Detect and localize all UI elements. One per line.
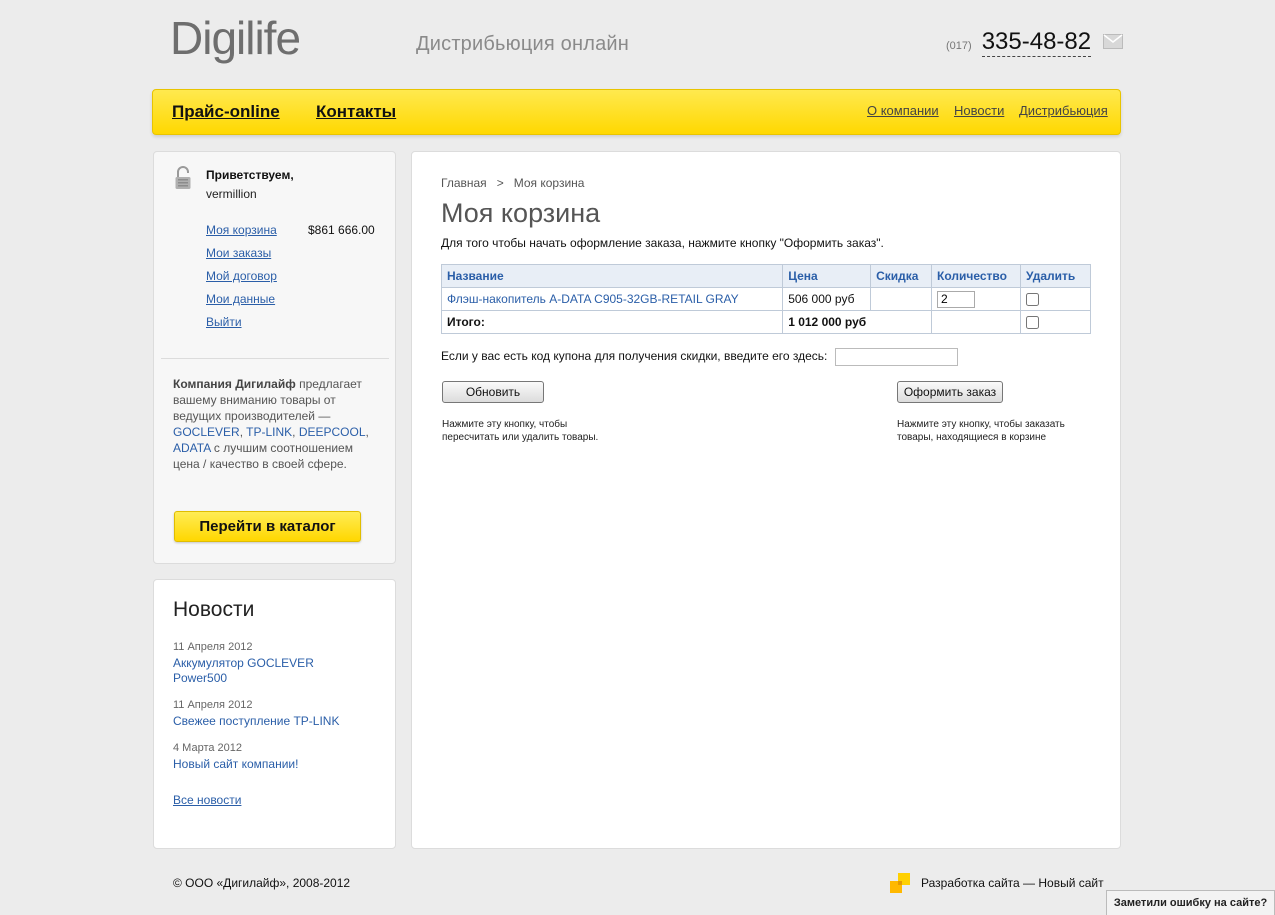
breadcrumb-separator: > [496, 176, 504, 190]
news-date: 4 Марта 2012 [173, 742, 243, 754]
phone-block: (017) 335-48-82 [946, 28, 1092, 57]
nav-about-company[interactable]: О компании [867, 103, 939, 118]
brand-deepcool-link[interactable]: DEEPCOOL [299, 425, 366, 439]
developer-credit[interactable]: Разработка сайта — Новый сайт [921, 876, 1104, 890]
update-hint-line: Нажмите эту кнопку, чтобы [442, 419, 568, 430]
table-total-row: Итого: 1 012 000 руб [440, 310, 1091, 334]
cart-total-amount: $861 666.00 [308, 223, 375, 237]
breadcrumb-current: Моя корзина [513, 176, 585, 190]
place-order-button[interactable]: Оформить заказ [897, 381, 1003, 403]
column-header-name: Название [440, 264, 784, 288]
quantity-input[interactable] [937, 290, 976, 308]
news-item-link[interactable]: Новый сайт компании! [173, 757, 343, 772]
news-date: 11 Апреля 2012 [173, 641, 253, 653]
order-hint-line: товары, находящиеся в корзине [897, 432, 1047, 443]
order-hint-line: Нажмите эту кнопку, чтобы заказать [897, 419, 1065, 430]
phone-code: (017) [946, 40, 972, 52]
news-item-link[interactable]: Аккумулятор GOCLEVER Power500 [173, 656, 343, 686]
greeting-text: Приветствуем, [206, 168, 294, 182]
breadcrumb: Главная > Моя корзина [441, 176, 584, 190]
nav-price-online[interactable]: Прайс-online [172, 102, 280, 122]
main-navigation: Прайс-online Контакты О компании Новости… [152, 89, 1121, 135]
breadcrumb-home[interactable]: Главная [441, 176, 487, 190]
unlocked-lock-icon [175, 166, 191, 189]
link-my-contract[interactable]: Мой договор [206, 269, 277, 283]
brand-goclever-link[interactable]: GOCLEVER [173, 425, 240, 439]
promo-text: Компания Дигилайф предлагает вашему вним… [173, 377, 369, 471]
go-to-catalog-button[interactable]: Перейти в каталог [174, 511, 361, 542]
user-panel: Приветствуем, vermillion Моя корзина $86… [153, 151, 396, 564]
link-logout[interactable]: Выйти [206, 315, 242, 329]
news-item-link[interactable]: Свежее поступление TP-LINK [173, 714, 343, 729]
nav-news[interactable]: Новости [954, 103, 1004, 118]
table-header-row: Название Цена Скидка Количество Удалить [440, 264, 1091, 288]
total-empty-cell [931, 310, 1021, 334]
nav-contacts[interactable]: Контакты [316, 102, 396, 122]
order-hint: Нажмите эту кнопку, чтобы заказать товар… [897, 418, 1065, 444]
panel-divider [161, 358, 389, 359]
cart-table: Название Цена Скидка Количество Удалить … [440, 264, 1091, 334]
brand-tplink-link[interactable]: TP-LINK [246, 425, 292, 439]
promo-company: Компания Дигилайф [173, 377, 296, 391]
news-panel: Новости 11 Апреля 2012 Аккумулятор GOCLE… [153, 579, 396, 849]
phone-number[interactable]: 335-48-82 [981, 28, 1092, 57]
update-button[interactable]: Обновить [442, 381, 544, 403]
product-link[interactable]: Флэш-накопитель A-DATA C905-32GB-RETAIL … [447, 292, 739, 306]
copyright: © ООО «Дигилайф», 2008-2012 [173, 876, 351, 890]
digilife-logo[interactable]: Digilife [170, 10, 340, 70]
coupon-input[interactable] [835, 348, 958, 366]
link-my-orders[interactable]: Мои заказы [206, 246, 271, 260]
nav-distribution[interactable]: Дистрибьюция [1019, 103, 1108, 118]
all-news-link[interactable]: Все новости [173, 793, 241, 807]
table-row: Флэш-накопитель A-DATA C905-32GB-RETAIL … [440, 287, 1091, 311]
product-price: 506 000 руб [782, 287, 872, 311]
column-header-delete: Удалить [1020, 264, 1091, 288]
coupon-label: Если у вас есть код купона для получения… [441, 349, 828, 363]
cart-intro-text: Для того чтобы начать оформление заказа,… [441, 236, 884, 250]
column-header-quantity: Количество [931, 264, 1021, 288]
update-hint: Нажмите эту кнопку, чтобы пересчитать ил… [442, 418, 598, 444]
developer-logo-icon [890, 873, 910, 893]
page-title: Моя корзина [441, 198, 601, 228]
link-my-data[interactable]: Мои данные [206, 292, 275, 306]
news-heading: Новости [173, 598, 255, 621]
mail-icon[interactable] [1103, 34, 1123, 49]
total-value: 1 012 000 руб [782, 310, 933, 334]
logo-text: Digilife [170, 12, 300, 64]
username: vermillion [206, 187, 257, 201]
site-tagline: Дистрибьюция онлайн [416, 33, 630, 55]
report-error-tab[interactable]: Заметили ошибку на сайте? [1106, 890, 1275, 915]
total-label: Итого: [440, 310, 784, 334]
column-header-discount: Скидка [870, 264, 933, 288]
column-header-price: Цена [782, 264, 872, 288]
main-content: Главная > Моя корзина Моя корзина Для того… [411, 151, 1121, 849]
link-my-cart[interactable]: Моя корзина [206, 223, 277, 237]
brand-adata-link[interactable]: ADATA [173, 441, 211, 455]
delete-item-checkbox[interactable] [1026, 293, 1039, 307]
update-hint-line: пересчитать или удалить товары. [442, 432, 599, 443]
delete-all-checkbox[interactable] [1026, 316, 1039, 330]
product-discount [870, 287, 933, 311]
news-date: 11 Апреля 2012 [173, 699, 253, 711]
